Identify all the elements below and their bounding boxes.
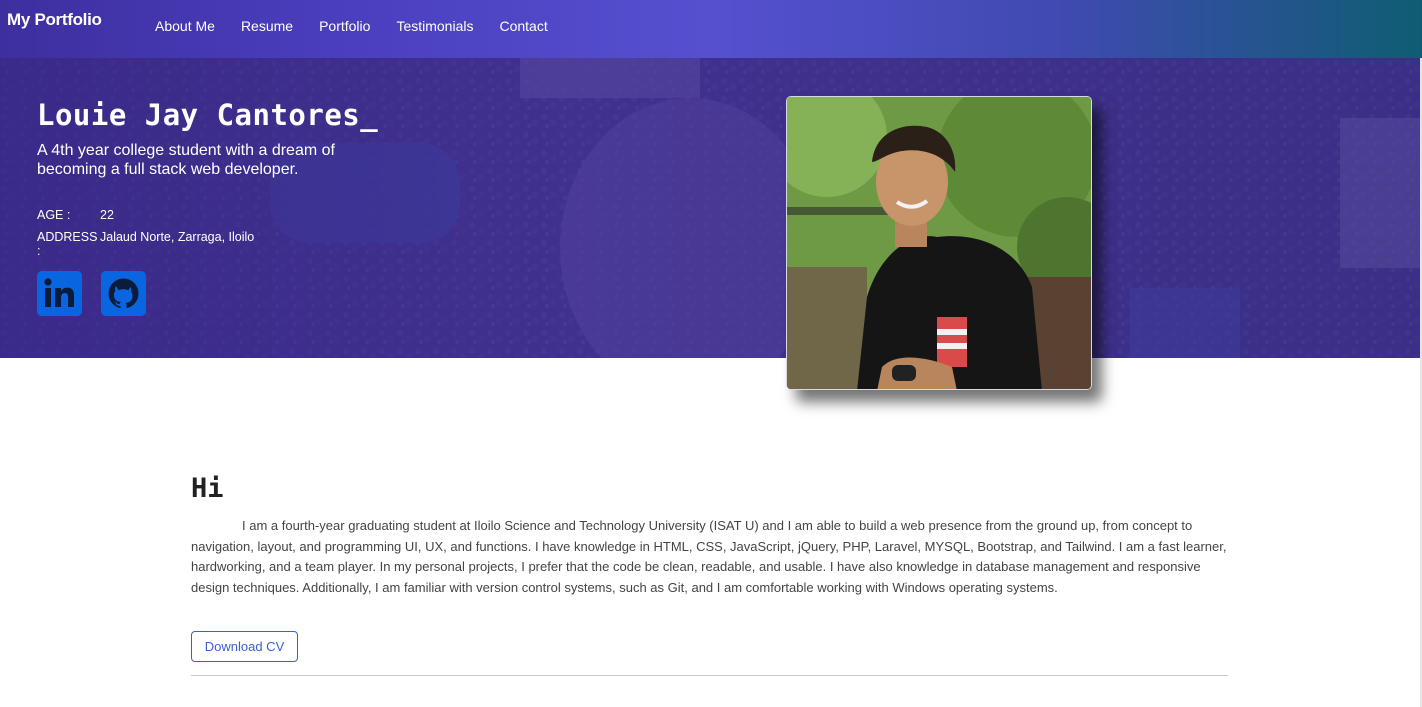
profile-photo: [786, 96, 1092, 390]
age-label: AGE :: [37, 208, 71, 222]
github-link[interactable]: [101, 271, 146, 316]
hero-name: Louie Jay Cantores_: [37, 98, 379, 132]
github-icon: [101, 271, 146, 316]
age-value: 22: [100, 208, 114, 222]
nav-testimonials[interactable]: Testimonials: [396, 18, 473, 34]
nav-portfolio[interactable]: Portfolio: [319, 18, 370, 34]
nav-contact[interactable]: Contact: [499, 18, 547, 34]
nav-about-me[interactable]: About Me: [155, 18, 215, 34]
address-value: Jalaud Norte, Zarraga, Iloilo: [100, 230, 255, 244]
linkedin-icon: [37, 271, 82, 316]
about-paragraph: I am a fourth-year graduating student at…: [191, 518, 1227, 595]
nav-links: About Me Resume Portfolio Testimonials C…: [155, 18, 574, 34]
hero-tagline: A 4th year college student with a dream …: [37, 142, 335, 178]
download-cv-button[interactable]: Download CV: [191, 631, 298, 662]
info-age-row: AGE : 22: [37, 208, 114, 222]
brand-logo[interactable]: My Portfolio: [7, 10, 102, 30]
section-divider: [191, 675, 1228, 676]
nav-resume[interactable]: Resume: [241, 18, 293, 34]
navbar: My Portfolio About Me Resume Portfolio T…: [0, 0, 1422, 58]
about-heading: Hi: [191, 473, 224, 504]
address-label: ADDRESS :: [37, 230, 98, 258]
profile-photo-image: [787, 97, 1091, 389]
info-address-row: ADDRESS : Jalaud Norte, Zarraga, Iloilo: [37, 230, 254, 258]
hero-section: Louie Jay Cantores_ A 4th year college s…: [0, 58, 1422, 358]
linkedin-link[interactable]: [37, 271, 82, 316]
